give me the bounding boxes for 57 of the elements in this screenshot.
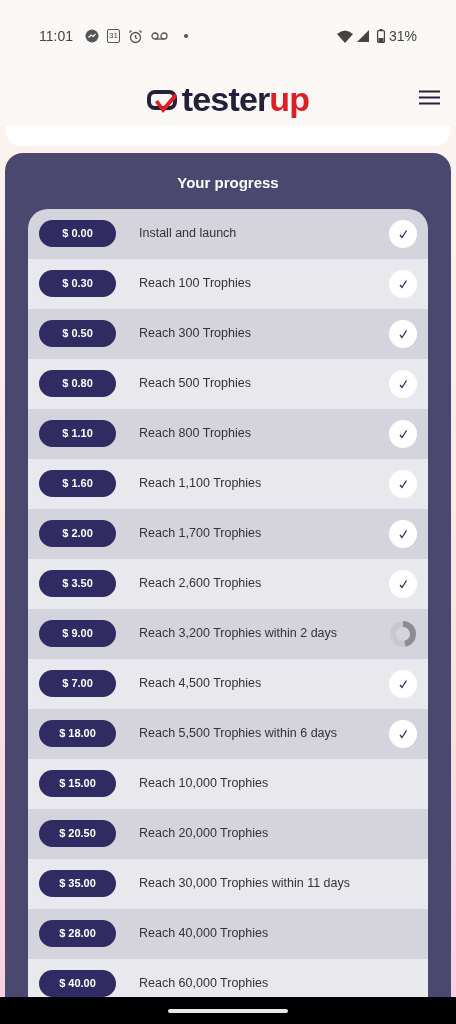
reward-pill: $ 0.80 xyxy=(39,370,116,397)
reward-pill: $ 0.50 xyxy=(39,320,116,347)
panel-title: Your progress xyxy=(177,173,279,193)
reward-pill: $ 7.00 xyxy=(39,670,116,697)
task-label: Reach 40,000 Trophies xyxy=(139,925,270,943)
reward-pill: $ 2.00 xyxy=(39,520,116,547)
reward-pill: $ 35.00 xyxy=(39,870,116,897)
reward-pill: $ 9.00 xyxy=(39,620,116,647)
check-icon xyxy=(389,569,417,598)
task-label: Reach 2,600 Trophies xyxy=(139,575,263,593)
check-icon xyxy=(389,469,417,498)
task-label: Install and launch xyxy=(139,225,238,243)
task-label: Reach 100 Trophies xyxy=(139,275,252,293)
task-label: Reach 1,100 Trophies xyxy=(139,475,263,493)
reward-pill: $ 0.30 xyxy=(39,270,116,297)
task-label: Reach 30,000 Trophies within 11 days xyxy=(139,875,351,893)
reward-pill: $ 28.00 xyxy=(39,920,116,947)
reward-pill: $ 20.50 xyxy=(39,820,116,847)
check-icon xyxy=(389,319,417,348)
task-label: Reach 500 Trophies xyxy=(139,375,252,393)
voicemail-icon xyxy=(150,31,168,41)
reward-pill: $ 3.50 xyxy=(39,570,116,597)
wifi-icon xyxy=(336,29,353,43)
battery-percentage: 31% xyxy=(388,26,417,46)
reward-pill: $ 15.00 xyxy=(39,770,116,797)
progress-ring-icon xyxy=(389,619,417,648)
task-label: Reach 5,500 Trophies within 6 days xyxy=(139,725,339,743)
alarm-icon xyxy=(127,28,143,44)
home-handle[interactable] xyxy=(168,1008,288,1013)
task-label: Reach 800 Trophies xyxy=(139,425,252,443)
menu-button[interactable] xyxy=(419,90,440,105)
task-label: Reach 1,700 Trophies xyxy=(139,525,263,543)
task-label: Reach 10,000 Trophies xyxy=(139,775,270,793)
task-label: Reach 20,000 Trophies xyxy=(139,825,270,843)
calendar-icon: 31 xyxy=(107,29,120,43)
reward-pill: $ 18.00 xyxy=(39,720,116,747)
check-icon xyxy=(389,369,417,398)
check-icon xyxy=(389,269,417,298)
reward-pill: $ 1.60 xyxy=(39,470,116,497)
reward-pill: $ 1.10 xyxy=(39,420,116,447)
task-label: Reach 300 Trophies xyxy=(139,325,252,343)
check-icon xyxy=(389,719,417,748)
signal-icon xyxy=(356,30,369,42)
check-icon xyxy=(389,419,417,448)
task-label: Reach 4,500 Trophies xyxy=(139,675,263,693)
messenger-icon xyxy=(85,29,99,43)
check-icon xyxy=(389,669,417,698)
battery-icon xyxy=(376,29,385,43)
check-icon xyxy=(389,519,417,548)
logo-icon xyxy=(146,88,179,114)
task-label: Reach 3,200 Trophies within 2 days xyxy=(139,625,339,643)
clock-time: 11:01 xyxy=(39,26,73,46)
reward-pill: $ 40.00 xyxy=(39,970,116,997)
reward-pill: $ 0.00 xyxy=(39,220,116,247)
check-icon xyxy=(389,219,417,248)
notification-dot-icon xyxy=(183,34,188,38)
task-label: Reach 60,000 Trophies xyxy=(139,975,270,993)
